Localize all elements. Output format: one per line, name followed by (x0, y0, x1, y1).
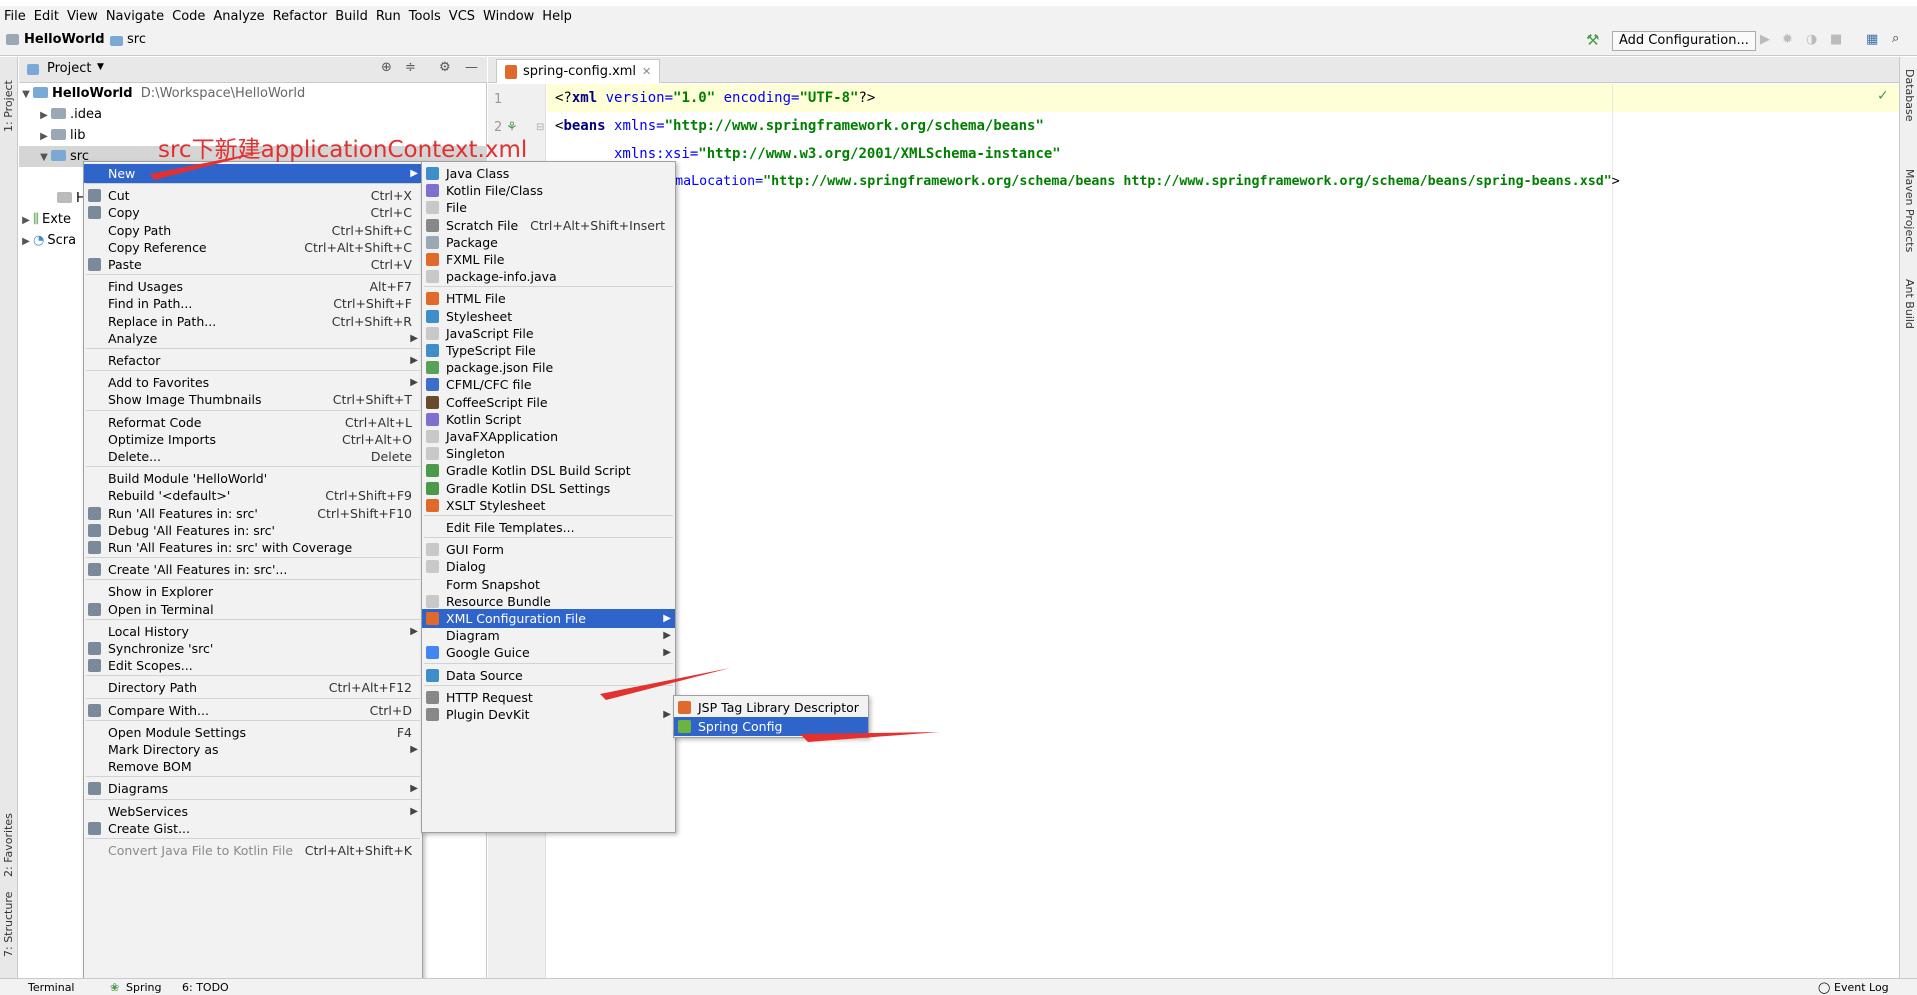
spring-tool-tab[interactable]: Spring (126, 981, 162, 994)
annotation-arrows (150, 150, 940, 742)
spring-icon: ❀ (110, 981, 120, 994)
todo-tool-tab[interactable]: 6: TODO (182, 981, 229, 994)
arrow-to-xml-config (600, 668, 730, 700)
arrow-to-spring-config (800, 732, 940, 742)
ide-window: File Edit View Navigate Code Analyze Refactor B… (0, 0, 1917, 995)
status-bar: Terminal ❀ Spring 6: TODO ◯ Event Log (0, 978, 1917, 995)
event-log-tool-tab[interactable]: Event Log (1834, 981, 1889, 994)
arrow-to-new (150, 150, 270, 180)
terminal-tool-tab[interactable]: Terminal (28, 981, 75, 994)
event-log-icon: ◯ (1818, 981, 1831, 994)
